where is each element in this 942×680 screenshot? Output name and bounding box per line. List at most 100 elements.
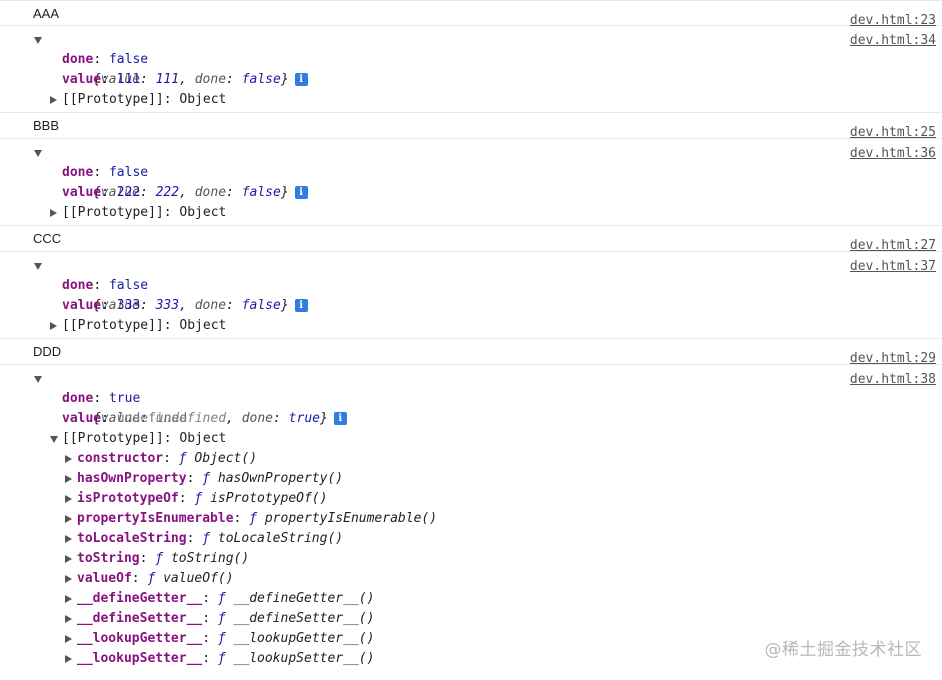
member-name: __lookupGetter__ (77, 631, 203, 646)
property-name: value (62, 298, 102, 313)
collapse-triangle-icon[interactable] (65, 635, 72, 643)
prototype-row-expanded[interactable]: [[Prototype]]: Object (0, 429, 942, 449)
collapse-triangle-icon[interactable] (65, 535, 72, 543)
function-symbol: ƒ (217, 611, 226, 626)
object-property: done: false (62, 165, 149, 180)
function-symbol: ƒ (147, 571, 156, 586)
function-signature: Object() (194, 451, 258, 466)
expand-triangle-icon[interactable] (50, 436, 58, 443)
log-text: AAA (33, 6, 60, 21)
object-summary[interactable]: {value: 111, done: false} i (0, 30, 942, 87)
property-name: value (62, 185, 102, 200)
property-name: done (62, 165, 94, 180)
collapse-triangle-icon[interactable] (65, 515, 72, 523)
object-summary[interactable]: {value: 222, done: false} i (0, 143, 942, 200)
object-property: value: 333 (62, 298, 141, 313)
prototype-member-row[interactable]: propertyIsEnumerable: ƒ propertyIsEnumer… (0, 509, 942, 529)
object-property: value: 111 (62, 72, 141, 87)
property-value: false (108, 278, 149, 293)
expand-triangle-icon[interactable] (34, 150, 42, 157)
collapse-triangle-icon[interactable] (50, 322, 57, 330)
property-name: done (62, 52, 94, 67)
collapse-triangle-icon[interactable] (65, 655, 72, 663)
member-name: hasOwnProperty (77, 471, 187, 486)
member-name: constructor (77, 451, 164, 466)
property-name: done (62, 278, 94, 293)
prototype-row[interactable]: [[Prototype]]: Object (0, 203, 942, 223)
function-symbol: ƒ (178, 451, 187, 466)
prototype-row[interactable]: [[Prototype]]: Object (0, 316, 942, 336)
function-symbol: ƒ (155, 551, 164, 566)
property-name: value (62, 411, 102, 426)
prototype-label: [[Prototype]]: Object (62, 205, 227, 220)
prototype-member-row[interactable]: hasOwnProperty: ƒ hasOwnProperty() (0, 469, 942, 489)
function-signature: isPrototypeOf() (210, 491, 328, 506)
member-name: __defineGetter__ (77, 591, 203, 606)
collapse-triangle-icon[interactable] (65, 495, 72, 503)
collapse-triangle-icon[interactable] (65, 595, 72, 603)
collapse-triangle-icon[interactable] (50, 209, 57, 217)
property-value: false (108, 165, 149, 180)
prototype-member-row[interactable]: toString: ƒ toString() (0, 549, 942, 569)
console-message: CCC dev.html:27 (0, 226, 942, 253)
function-symbol: ƒ (217, 631, 226, 646)
log-text: DDD (33, 344, 62, 359)
collapse-triangle-icon[interactable] (65, 555, 72, 563)
function-signature: hasOwnProperty() (217, 471, 344, 486)
watermark: @稀土掘金技术社区 (764, 640, 922, 660)
console-message: AAA dev.html:23 (0, 0, 942, 28)
function-symbol: ƒ (249, 511, 258, 526)
property-value: 222 (116, 185, 141, 200)
collapse-triangle-icon[interactable] (65, 615, 72, 623)
property-value: undefined (116, 411, 188, 426)
prototype-member-row[interactable]: constructor: ƒ Object() (0, 449, 942, 469)
object-property: done: true (62, 391, 141, 406)
log-text: BBB (33, 118, 60, 133)
expand-triangle-icon[interactable] (34, 37, 42, 44)
function-symbol: ƒ (194, 491, 203, 506)
function-signature: valueOf() (163, 571, 234, 586)
prototype-row[interactable]: [[Prototype]]: Object (0, 90, 942, 110)
console-object-message: dev.html:38 {value: undefined, done: tru… (0, 365, 942, 671)
function-signature: __lookupGetter__() (233, 631, 375, 646)
function-signature: __lookupSetter__() (233, 651, 375, 666)
member-name: __defineSetter__ (77, 611, 203, 626)
prototype-member-row[interactable]: toLocaleString: ƒ toLocaleString() (0, 529, 942, 549)
function-symbol: ƒ (217, 591, 226, 606)
collapse-triangle-icon[interactable] (65, 475, 72, 483)
prototype-member-row[interactable]: __defineGetter__: ƒ __defineGetter__() (0, 589, 942, 609)
function-symbol: ƒ (217, 651, 226, 666)
function-symbol: ƒ (202, 531, 211, 546)
member-name: toString (77, 551, 140, 566)
object-property: done: false (62, 278, 149, 293)
object-property: value: 222 (62, 185, 141, 200)
property-value: true (108, 391, 141, 406)
prototype-label: [[Prototype]]: Object (62, 431, 227, 446)
property-value: 333 (116, 298, 141, 313)
expand-triangle-icon[interactable] (34, 376, 42, 383)
object-property: done: false (62, 52, 149, 67)
object-property: value: undefined (62, 411, 188, 426)
property-name: value (62, 72, 102, 87)
function-signature: toLocaleString() (217, 531, 344, 546)
expand-triangle-icon[interactable] (34, 263, 42, 270)
object-summary[interactable]: {value: 333, done: false} i (0, 256, 942, 313)
prototype-member-row[interactable]: valueOf: ƒ valueOf() (0, 569, 942, 589)
function-signature: __defineGetter__() (233, 591, 375, 606)
console-object-message: dev.html:34 {value: 111, done: false} i d… (0, 26, 942, 113)
function-signature: __defineSetter__() (233, 611, 375, 626)
prototype-label: [[Prototype]]: Object (62, 318, 227, 333)
prototype-member-row[interactable]: isPrototypeOf: ƒ isPrototypeOf() (0, 489, 942, 509)
property-value: false (108, 52, 149, 67)
log-text: CCC (33, 231, 62, 246)
prototype-member-row[interactable]: __defineSetter__: ƒ __defineSetter__() (0, 609, 942, 629)
prototype-label: [[Prototype]]: Object (62, 92, 227, 107)
collapse-triangle-icon[interactable] (50, 96, 57, 104)
collapse-triangle-icon[interactable] (65, 575, 72, 583)
property-name: done (62, 391, 94, 406)
function-signature: propertyIsEnumerable() (264, 511, 438, 526)
property-value: 111 (116, 72, 141, 87)
function-symbol: ƒ (202, 471, 211, 486)
object-summary[interactable]: {value: undefined, done: true} i (0, 369, 942, 426)
collapse-triangle-icon[interactable] (65, 455, 72, 463)
